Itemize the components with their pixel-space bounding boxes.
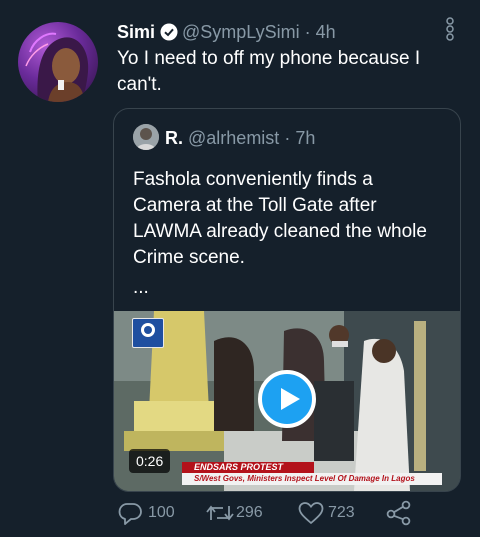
retweet-icon xyxy=(206,505,234,521)
tweet-action-bar: 100 296 723 xyxy=(118,500,418,526)
quoted-author-name: R. xyxy=(165,128,183,148)
play-icon xyxy=(281,388,300,410)
tweet-header: Simi @SympLySimi · 4h xyxy=(117,20,336,47)
tweet-time[interactable]: 4h xyxy=(316,22,336,42)
like-icon xyxy=(298,502,324,524)
quoted-tweet-text: Fashola conveniently finds a Camera at t… xyxy=(133,169,427,268)
video-duration: 0:26 xyxy=(129,449,171,473)
verified-badge-icon xyxy=(160,23,178,47)
quoted-separator: · xyxy=(284,128,291,148)
lower-third-title: ENDSARS PROTEST AFTERMATH xyxy=(182,462,314,483)
tweet-text: Yo I need to off my phone because I can'… xyxy=(117,48,421,95)
header-separator: · xyxy=(304,22,311,42)
author-avatar[interactable] xyxy=(18,22,98,102)
reply-icon xyxy=(118,503,142,525)
quoted-author-handle: @alrhemist xyxy=(188,128,280,148)
author-handle[interactable]: @SympLySimi xyxy=(182,22,300,42)
quoted-tweet-ellipsis: ... xyxy=(133,277,149,298)
quoted-tweet-time: 7h xyxy=(295,128,316,148)
like-count: 723 xyxy=(328,504,355,521)
channel-logo xyxy=(132,318,164,348)
share-icon xyxy=(386,500,411,526)
news-lower-third: ENDSARS PROTEST AFTERMATH S/West Govs, M… xyxy=(182,462,442,485)
reply-count: 100 xyxy=(148,504,175,521)
more-options-icon[interactable] xyxy=(442,16,458,42)
retweet-count: 296 xyxy=(236,504,263,521)
quoted-author-avatar xyxy=(133,124,159,150)
quoted-tweet-header: R. @alrhemist · 7h xyxy=(133,124,315,151)
author-name[interactable]: Simi xyxy=(117,22,155,42)
lower-third-subtitle: S/West Govs, Ministers Inspect Level Of … xyxy=(182,473,442,485)
video-player[interactable]: ENDSARS PROTEST AFTERMATH S/West Govs, M… xyxy=(114,311,460,491)
play-button[interactable] xyxy=(258,370,316,428)
quoted-tweet-card[interactable]: R. @alrhemist · 7h Fashola conveniently … xyxy=(113,108,461,492)
